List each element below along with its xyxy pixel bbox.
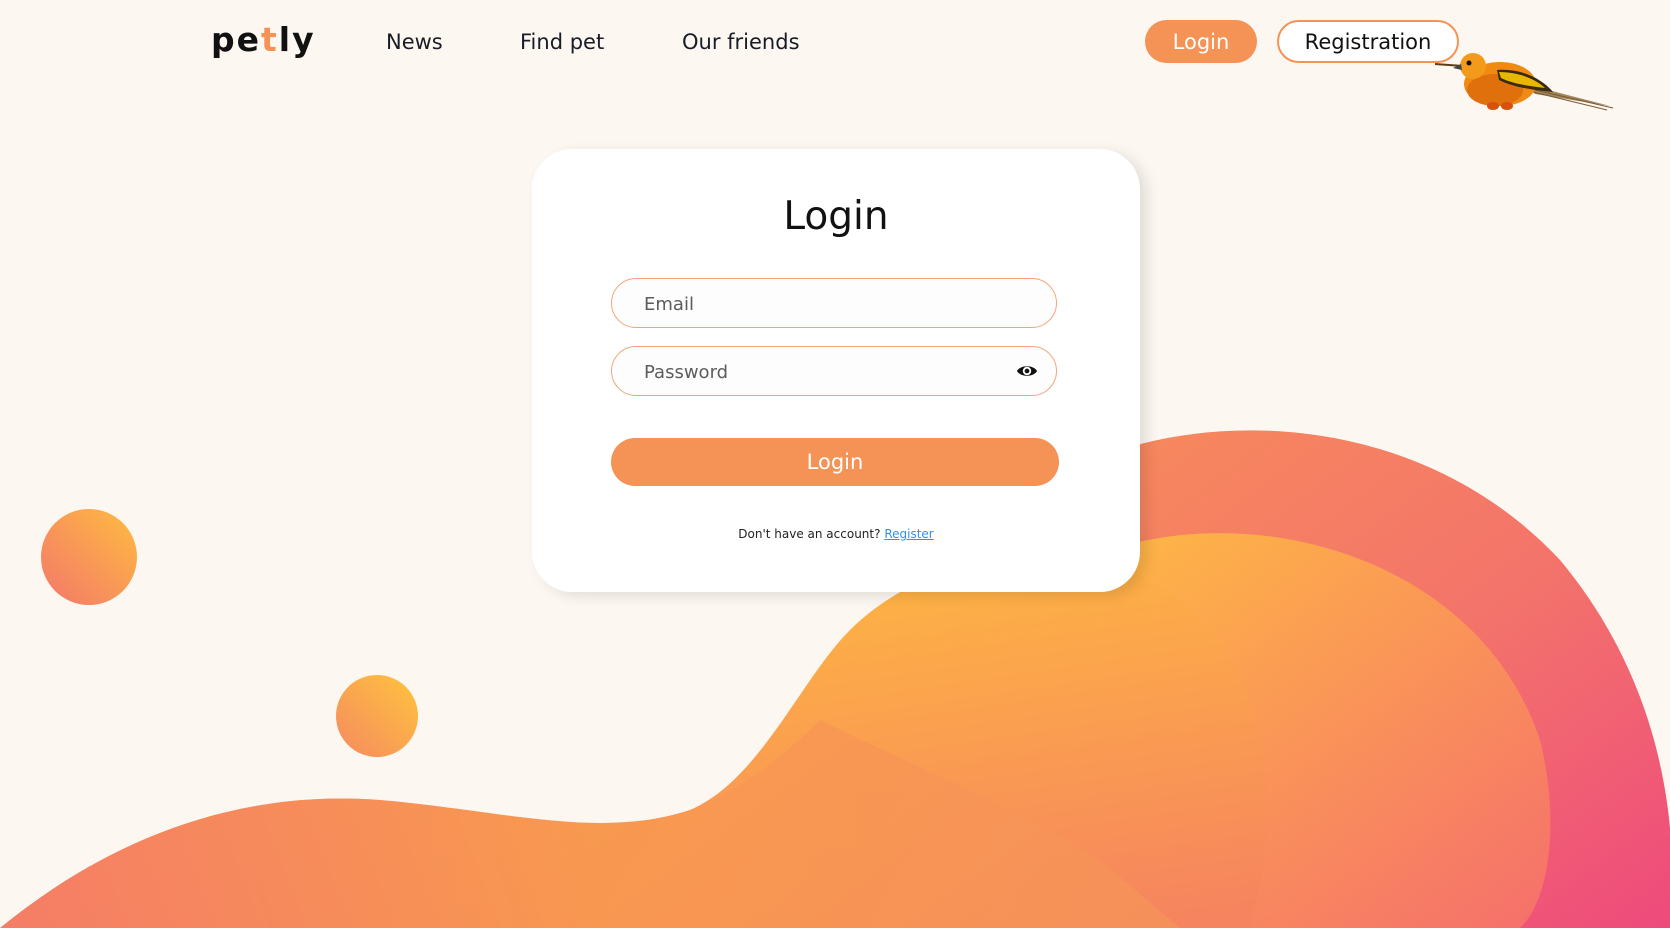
logo-suffix: ly	[278, 20, 316, 59]
nav-link-our-friends[interactable]: Our friends	[682, 30, 800, 54]
header-login-button[interactable]: Login	[1145, 20, 1257, 63]
bird-illustration	[1435, 53, 1614, 111]
register-prompt: Don't have an account? Register	[532, 527, 1140, 541]
nav-link-find-pet[interactable]: Find pet	[520, 30, 604, 54]
logo-prefix: pe	[211, 20, 262, 59]
login-title: Login	[783, 194, 889, 239]
logo-accent: t	[261, 20, 279, 59]
register-link[interactable]: Register	[884, 527, 933, 541]
eye-icon[interactable]	[1016, 361, 1038, 381]
register-prompt-text: Don't have an account?	[738, 527, 881, 541]
nav-link-news[interactable]: News	[386, 30, 443, 54]
password-field[interactable]	[611, 346, 1057, 397]
email-input[interactable]	[642, 279, 1006, 329]
email-field[interactable]	[611, 278, 1057, 329]
password-input[interactable]	[642, 347, 1006, 397]
login-card: Login Login Don't have an account? Regis…	[532, 149, 1140, 592]
logo[interactable]: petly	[211, 20, 316, 59]
header-registration-button[interactable]: Registration	[1277, 20, 1459, 63]
login-submit-button[interactable]: Login	[611, 438, 1059, 486]
